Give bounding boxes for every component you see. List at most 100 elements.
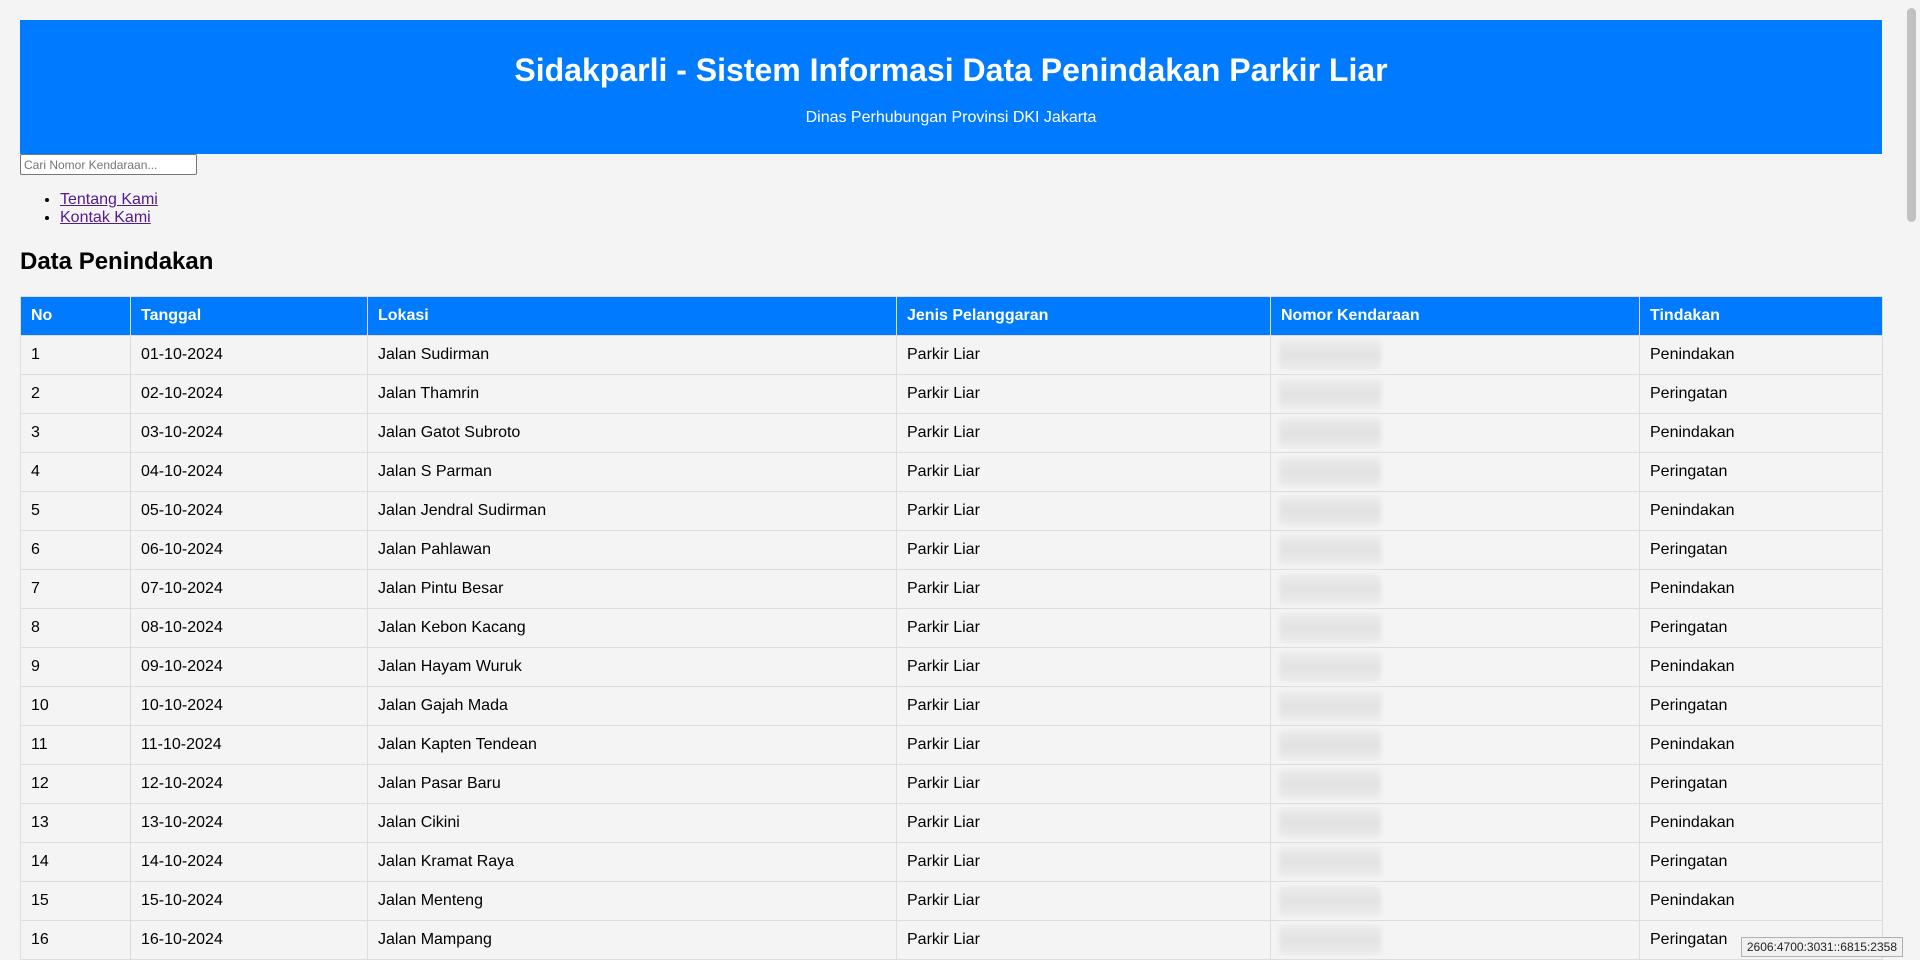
redacted-plate [1279, 769, 1381, 799]
table-row: 15 15-10-2024 Jalan Menteng Parkir Liar Peni… [20, 881, 1883, 921]
cell-no: 11 [20, 725, 131, 765]
cell-lokasi: Jalan Pasar Baru [367, 764, 897, 804]
cell-jenis-pelanggaran: Parkir Liar [896, 452, 1271, 492]
cell-tindakan: Penindakan [1639, 725, 1883, 765]
cell-tanggal: 06-10-2024 [130, 530, 368, 570]
column-header-lokasi: Lokasi [367, 296, 897, 336]
cell-nomor-kendaraan [1270, 452, 1640, 492]
cell-nomor-kendaraan [1270, 764, 1640, 804]
cell-tanggal: 11-10-2024 [130, 725, 368, 765]
cell-no: 1 [20, 335, 131, 375]
cell-jenis-pelanggaran: Parkir Liar [896, 374, 1271, 414]
cell-tindakan: Penindakan [1639, 413, 1883, 453]
table-row: 10 10-10-2024 Jalan Gajah Mada Parkir Liar P… [20, 686, 1883, 726]
redacted-plate [1279, 340, 1381, 370]
scrollbar-thumb[interactable] [1907, 8, 1916, 222]
column-header-nomor-kendaraan: Nomor Kendaraan [1270, 296, 1640, 336]
cell-tindakan: Peringatan [1639, 764, 1883, 804]
cell-lokasi: Jalan Sudirman [367, 335, 897, 375]
redacted-plate [1279, 574, 1381, 604]
cell-tindakan: Penindakan [1639, 881, 1883, 921]
table-row: 12 12-10-2024 Jalan Pasar Baru Parkir Liar P… [20, 764, 1883, 804]
table-row: 4 04-10-2024 Jalan S Parman Parkir Liar Peri… [20, 452, 1883, 492]
cell-nomor-kendaraan [1270, 491, 1640, 531]
enforcement-table: No Tanggal Lokasi Jenis Pelanggaran Nomo… [20, 296, 1883, 960]
nav-item-kontak-kami: Kontak Kami [60, 209, 1882, 227]
cell-tanggal: 05-10-2024 [130, 491, 368, 531]
cell-lokasi: Jalan S Parman [367, 452, 897, 492]
cell-tanggal: 12-10-2024 [130, 764, 368, 804]
cell-no: 7 [20, 569, 131, 609]
cell-jenis-pelanggaran: Parkir Liar [896, 920, 1271, 960]
table-row: 2 02-10-2024 Jalan Thamrin Parkir Liar Perin… [20, 374, 1883, 414]
cell-nomor-kendaraan [1270, 413, 1640, 453]
cell-lokasi: Jalan Kebon Kacang [367, 608, 897, 648]
cell-tanggal: 16-10-2024 [130, 920, 368, 960]
cell-jenis-pelanggaran: Parkir Liar [896, 491, 1271, 531]
cell-jenis-pelanggaran: Parkir Liar [896, 842, 1271, 882]
cell-nomor-kendaraan [1270, 686, 1640, 726]
cell-tindakan: Penindakan [1639, 647, 1883, 687]
cell-lokasi: Jalan Mampang [367, 920, 897, 960]
redacted-plate [1279, 847, 1381, 877]
cell-jenis-pelanggaran: Parkir Liar [896, 803, 1271, 843]
table-header-row: No Tanggal Lokasi Jenis Pelanggaran Nomo… [20, 296, 1883, 336]
search-input[interactable] [20, 154, 197, 175]
nav-link-kontak-kami[interactable]: Kontak Kami [60, 209, 151, 226]
cell-lokasi: Jalan Cikini [367, 803, 897, 843]
status-bar: 2606:4700:3031::6815:2358 [1740, 937, 1903, 957]
column-header-tanggal: Tanggal [130, 296, 368, 336]
cell-lokasi: Jalan Kramat Raya [367, 842, 897, 882]
table-row: 7 07-10-2024 Jalan Pintu Besar Parkir Liar P… [20, 569, 1883, 609]
cell-lokasi: Jalan Jendral Sudirman [367, 491, 897, 531]
page: Sidakparli - Sistem Informasi Data Penin… [20, 20, 1883, 960]
table-row: 14 14-10-2024 Jalan Kramat Raya Parkir Liar… [20, 842, 1883, 882]
table-row: 11 11-10-2024 Jalan Kapten Tendean Parkir L… [20, 725, 1883, 765]
cell-no: 10 [20, 686, 131, 726]
nav-link-tentang-kami[interactable]: Tentang Kami [60, 191, 158, 208]
column-header-no: No [20, 296, 131, 336]
cell-tindakan: Peringatan [1639, 686, 1883, 726]
site-header: Sidakparli - Sistem Informasi Data Penin… [20, 20, 1882, 154]
redacted-plate [1279, 886, 1381, 916]
table-body: 1 01-10-2024 Jalan Sudirman Parkir Liar Peni… [20, 335, 1883, 960]
cell-jenis-pelanggaran: Parkir Liar [896, 608, 1271, 648]
cell-tindakan: Penindakan [1639, 569, 1883, 609]
cell-no: 2 [20, 374, 131, 414]
cell-tindakan: Peringatan [1639, 608, 1883, 648]
cell-nomor-kendaraan [1270, 842, 1640, 882]
table-row: 13 13-10-2024 Jalan Cikini Parkir Liar Penin… [20, 803, 1883, 843]
cell-tindakan: Peringatan [1639, 530, 1883, 570]
cell-lokasi: Jalan Gajah Mada [367, 686, 897, 726]
cell-no: 13 [20, 803, 131, 843]
cell-lokasi: Jalan Menteng [367, 881, 897, 921]
column-header-tindakan: Tindakan [1639, 296, 1883, 336]
cell-nomor-kendaraan [1270, 803, 1640, 843]
cell-tindakan: Peringatan [1639, 374, 1883, 414]
cell-no: 9 [20, 647, 131, 687]
cell-lokasi: Jalan Thamrin [367, 374, 897, 414]
cell-no: 4 [20, 452, 131, 492]
table-row: 5 05-10-2024 Jalan Jendral Sudirman Parkir … [20, 491, 1883, 531]
cell-tanggal: 09-10-2024 [130, 647, 368, 687]
redacted-plate [1279, 457, 1381, 487]
cell-lokasi: Jalan Pahlawan [367, 530, 897, 570]
redacted-plate [1279, 613, 1381, 643]
cell-tindakan: Peringatan [1639, 842, 1883, 882]
cell-lokasi: Jalan Hayam Wuruk [367, 647, 897, 687]
cell-tanggal: 04-10-2024 [130, 452, 368, 492]
cell-tanggal: 07-10-2024 [130, 569, 368, 609]
cell-nomor-kendaraan [1270, 530, 1640, 570]
cell-tanggal: 15-10-2024 [130, 881, 368, 921]
redacted-plate [1279, 652, 1381, 682]
cell-lokasi: Jalan Pintu Besar [367, 569, 897, 609]
cell-jenis-pelanggaran: Parkir Liar [896, 413, 1271, 453]
cell-tanggal: 02-10-2024 [130, 374, 368, 414]
cell-no: 12 [20, 764, 131, 804]
redacted-plate [1279, 730, 1381, 760]
cell-no: 16 [20, 920, 131, 960]
redacted-plate [1279, 418, 1381, 448]
cell-tanggal: 03-10-2024 [130, 413, 368, 453]
vertical-scrollbar[interactable] [1903, 0, 1920, 957]
cell-nomor-kendaraan [1270, 608, 1640, 648]
